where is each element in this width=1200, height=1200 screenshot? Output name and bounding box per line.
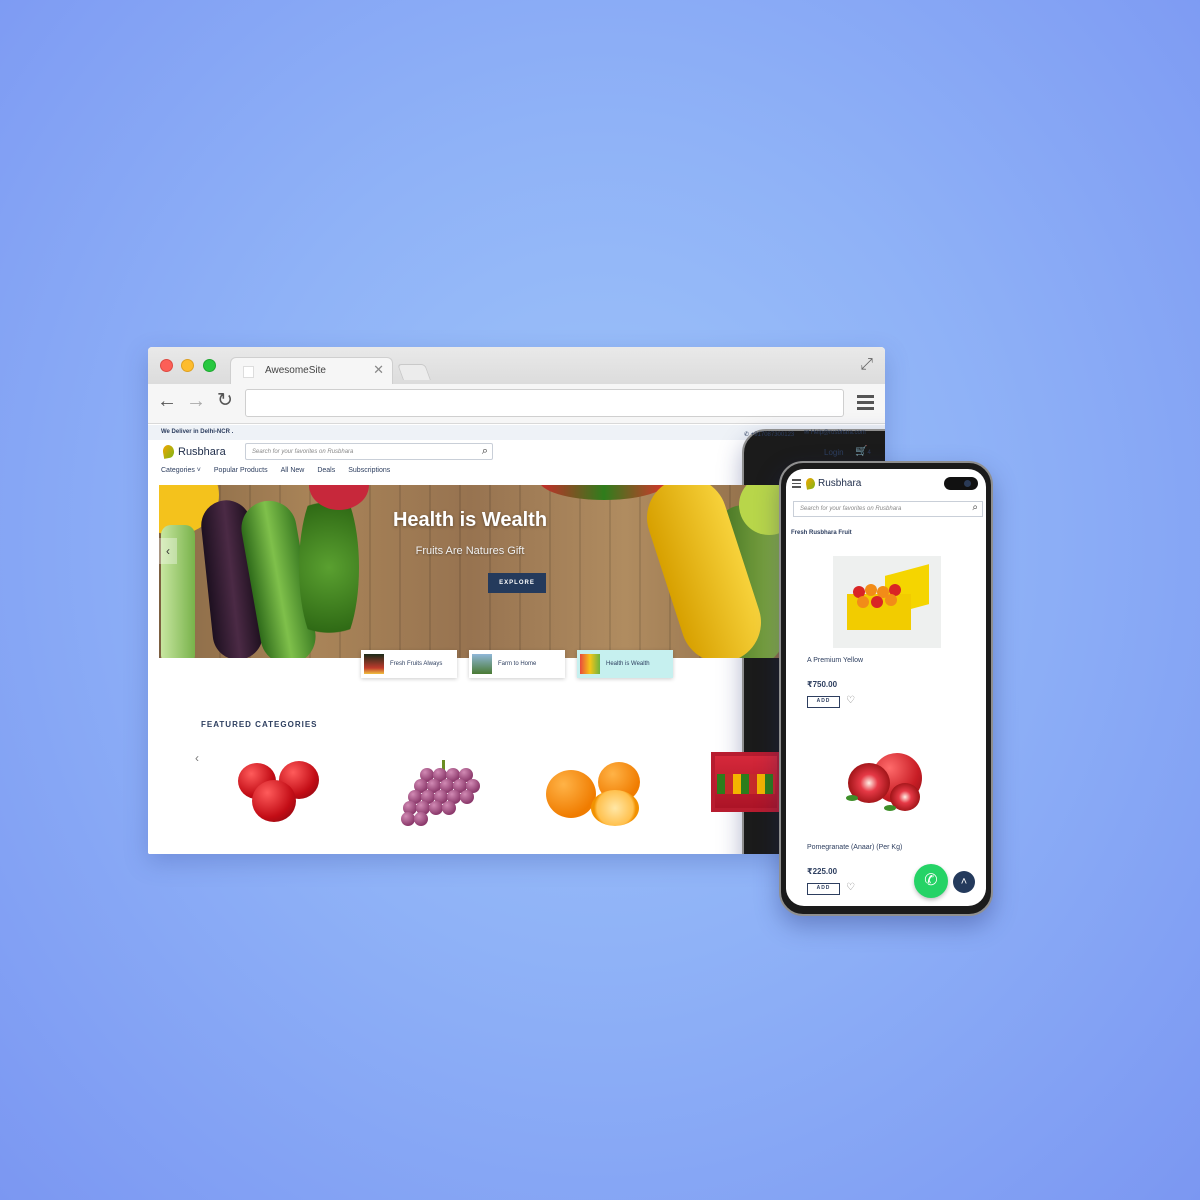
category-card-label: Farm to Home (498, 661, 537, 667)
category-card[interactable]: Farm to Home (469, 650, 565, 678)
search-icon[interactable]: ⌕ (972, 502, 978, 513)
nav-all-new[interactable]: All New (281, 467, 305, 474)
orange-image[interactable] (546, 770, 596, 818)
hero-banner: ‹ Health is Wealth Fruits Are Natures Gi… (159, 485, 781, 658)
login-link[interactable]: Login (824, 448, 844, 457)
main-nav: Categories ˅ Popular Products All New De… (161, 467, 390, 474)
product-image[interactable] (844, 747, 934, 827)
arrow-right-icon[interactable]: → (186, 391, 206, 411)
browser-toolbar: ← → ↻ (148, 384, 885, 424)
browser-tab[interactable]: AwesomeSite ✕ (230, 357, 393, 384)
site-topbar: We Deliver in Delhi-NCR . ✆ +91708730012… (148, 425, 885, 854)
arrow-left-icon[interactable]: ← (157, 391, 177, 411)
product-image[interactable] (833, 556, 941, 648)
category-card-label: Health is Wealth (606, 661, 650, 667)
search-input[interactable]: Search for your favorites on Rusbhara ⌕ (245, 443, 493, 460)
fullscreen-icon[interactable]: ⤢ (860, 356, 873, 374)
nav-subscriptions[interactable]: Subscriptions (348, 467, 390, 474)
hero-vegetable (539, 485, 669, 500)
minimize-window-button[interactable] (181, 359, 194, 372)
tab-title: AwesomeSite (265, 365, 326, 376)
search-icon[interactable]: ⌕ (482, 445, 488, 458)
brand-name: Rusbhara (178, 445, 226, 458)
reload-icon[interactable]: ↻ (217, 391, 233, 411)
close-window-button[interactable] (160, 359, 173, 372)
hero-title: Health is Wealth (392, 509, 548, 531)
search-input[interactable]: Search for your favorites on Rusbhara ⌕ (793, 501, 983, 517)
product-price: ₹750.00 (807, 680, 838, 689)
phone-screen: Rusbhara Search for your favorites on Ru… (786, 469, 986, 906)
maximize-window-button[interactable] (203, 359, 216, 372)
website-content: We Deliver in Delhi-NCR . ✆ +91708730012… (148, 425, 885, 854)
chevron-up-icon[interactable]: ˄ (953, 871, 975, 893)
browser-titlebar: AwesomeSite ✕ ⤢ (148, 347, 885, 384)
leaf-logo-icon (161, 444, 176, 459)
cart-icon: 🛒 (855, 446, 868, 457)
hero-subtitle: Fruits Are Natures Gift (415, 545, 525, 557)
phone-device: Rusbhara Search for your favorites on Ru… (779, 461, 993, 916)
site-logo[interactable]: Rusbhara (161, 444, 226, 459)
nav-deals[interactable]: Deals (317, 467, 335, 474)
chevron-left-icon[interactable]: ‹ (195, 751, 199, 765)
section-title: Fresh Rusbhara Fruit (791, 530, 852, 536)
apple-image[interactable] (252, 780, 296, 822)
grapes-image[interactable] (398, 760, 488, 830)
whatsapp-icon[interactable]: ✆ (914, 864, 948, 898)
nav-popular-products[interactable]: Popular Products (214, 467, 268, 474)
product-name[interactable]: Pomegranate (Anaar) (Per Kg) (807, 844, 902, 851)
hamburger-menu-icon[interactable] (857, 395, 874, 413)
browser-window: AwesomeSite ✕ ⤢ ← → ↻ We Deliver in Delh… (148, 347, 885, 854)
category-thumbnail (472, 654, 492, 674)
explore-button[interactable]: EXPLORE (488, 573, 546, 593)
camera-cutout (944, 477, 978, 490)
favicon-icon (243, 366, 254, 378)
heart-icon[interactable]: ♡ (846, 695, 855, 706)
product-price: ₹225.00 (807, 867, 838, 876)
category-thumbnail (364, 654, 384, 674)
delivery-notice: We Deliver in Delhi-NCR . (161, 429, 234, 435)
add-to-cart-button[interactable]: ADD (807, 883, 840, 895)
brand-name: Rusbhara (818, 478, 862, 489)
address-bar[interactable] (245, 389, 844, 417)
site-header: Rusbhara Search for your favorites on Ru… (148, 442, 885, 464)
heart-icon[interactable]: ♡ (846, 882, 855, 893)
category-card[interactable]: Fresh Fruits Always (361, 650, 457, 678)
hamburger-menu-icon[interactable] (792, 479, 801, 490)
leaf-logo-icon (805, 477, 816, 490)
category-card-label: Fresh Fruits Always (390, 661, 443, 667)
product-name[interactable]: A Premium Yellow (807, 657, 863, 664)
category-thumbnail (580, 654, 600, 674)
site-logo[interactable]: Rusbhara (805, 477, 862, 490)
gift-box-image[interactable] (711, 752, 781, 812)
search-placeholder: Search for your favorites on Rusbhara (252, 449, 354, 455)
tab-close-icon[interactable]: ✕ (373, 362, 384, 378)
add-to-cart-button[interactable]: ADD (807, 696, 840, 708)
featured-categories-title: FEATURED CATEGORIES (201, 720, 318, 729)
new-tab-button[interactable] (397, 364, 431, 380)
nav-categories[interactable]: Categories ˅ (161, 467, 201, 474)
category-card[interactable]: Health is Wealth (577, 650, 673, 678)
search-placeholder: Search for your favorites on Rusbhara (800, 506, 902, 512)
cart-button[interactable]: 🛒4 (855, 446, 871, 457)
orange-half-image[interactable] (591, 790, 639, 826)
email-link[interactable]: ✉ Help@rusbhara.com (804, 429, 866, 436)
cart-count: 4 (867, 450, 871, 456)
